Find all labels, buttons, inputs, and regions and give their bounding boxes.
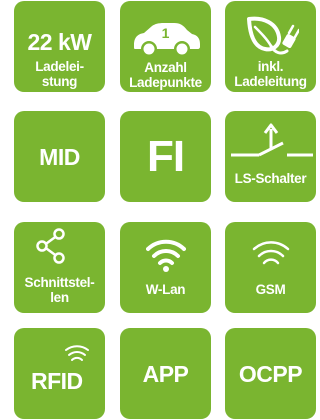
charging-points-label-line2: Ladepunkte — [129, 75, 202, 90]
tile-gsm: GSM — [225, 222, 316, 313]
tile-charging-cable: inkl. Ladeleitung — [225, 1, 316, 92]
tile-ocpp: OCPP — [225, 328, 316, 419]
rfid-label: RFID — [31, 368, 83, 394]
charging-points-count: 1 — [161, 25, 170, 41]
wlan-label: W-Lan — [145, 282, 186, 297]
app-label: APP — [142, 361, 189, 387]
circuit-breaker-label: LS-Schalter — [234, 171, 307, 186]
tile-app: APP — [120, 328, 211, 419]
leaf-plug-icon — [247, 16, 299, 55]
share-icon — [36, 228, 65, 264]
tile-interfaces: Schnittstel- len — [14, 222, 105, 313]
rfid-waves-icon — [65, 345, 89, 361]
signal-icon — [252, 241, 290, 265]
tile-fi: FI — [120, 111, 211, 202]
mid-label: MID — [39, 144, 80, 170]
interfaces-label-line1: Schnittstel- — [24, 275, 95, 290]
fi-label: FI — [146, 132, 185, 181]
tile-charging-power: 22 kW Ladelei- stung — [14, 1, 105, 92]
charging-power-label-line1: Ladelei- — [35, 59, 84, 74]
tile-charging-points: 1 Anzahl Ladepunkte — [120, 1, 211, 92]
switch-icon — [231, 123, 313, 157]
tile-wlan: W-Lan — [120, 222, 211, 313]
feature-icon-grid: 22 kW Ladelei- stung 1 Anzahl Ladepunkte… — [0, 0, 316, 420]
charging-power-value: 22 kW — [27, 29, 92, 55]
tile-circuit-breaker: LS-Schalter — [225, 111, 316, 202]
wifi-icon — [146, 239, 186, 272]
charging-cable-label-line2: Ladeleitung — [234, 74, 307, 89]
charging-power-label-line2: stung — [41, 74, 78, 89]
interfaces-label-line2: len — [50, 290, 69, 305]
charging-points-label-line1: Anzahl — [144, 60, 187, 75]
charging-cable-label-line1: inkl. — [257, 59, 284, 74]
gsm-label: GSM — [255, 282, 286, 297]
tile-rfid: RFID — [14, 328, 105, 419]
tile-mid: MID — [14, 111, 105, 202]
ocpp-label: OCPP — [238, 361, 303, 387]
